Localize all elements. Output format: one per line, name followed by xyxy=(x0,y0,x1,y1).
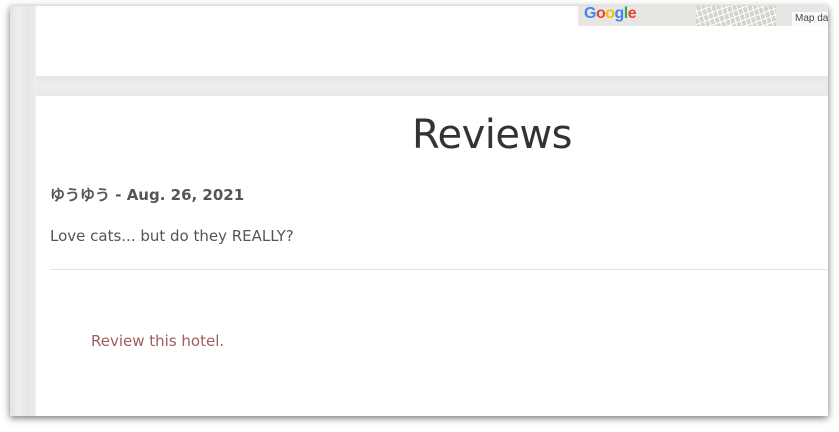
map-attribution[interactable]: Map da xyxy=(792,12,828,26)
review-date: Aug. 26, 2021 xyxy=(126,186,245,204)
map-tiles[interactable] xyxy=(696,6,776,26)
google-logo-letter: e xyxy=(627,6,637,22)
review-item: ゆうゆう - Aug. 26, 2021 Love cats... but do… xyxy=(50,184,828,245)
page-background-left xyxy=(10,6,36,416)
map-card: Google Map da xyxy=(36,6,828,76)
review-hotel-link[interactable]: Review this hotel. xyxy=(91,332,224,350)
google-logo-letter: o xyxy=(595,6,606,22)
reviews-section: Reviews ゆうゆう - Aug. 26, 2021 Love cats..… xyxy=(36,96,828,416)
review-text: Love cats... but do they REALLY? xyxy=(50,227,294,245)
review-divider xyxy=(50,269,828,270)
review-separator: - xyxy=(110,186,127,204)
review-author: ゆうゆう xyxy=(50,186,111,204)
google-logo-letter: G xyxy=(584,6,596,22)
section-gap xyxy=(36,76,828,96)
google-logo[interactable]: Google xyxy=(584,6,637,24)
google-logo-letter: o xyxy=(605,6,615,22)
reviews-heading: Reviews xyxy=(411,112,573,158)
map-view[interactable]: Google Map da xyxy=(578,6,828,26)
google-logo-letter: g xyxy=(614,6,625,22)
review-header: ゆうゆう - Aug. 26, 2021 xyxy=(50,184,828,205)
browser-frame: Google Map da Reviews ゆうゆう - Aug. 26, 20… xyxy=(10,6,828,416)
